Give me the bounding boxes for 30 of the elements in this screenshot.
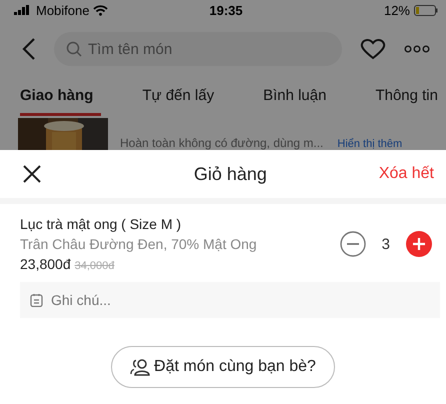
show-more-link[interactable]: Hiển thị thêm (337, 138, 402, 150)
tab[interactable]: Bình luận (263, 78, 334, 116)
group-order-button[interactable]: Đặt món cùng bạn bè? (111, 346, 335, 388)
more-icon[interactable] (404, 45, 430, 53)
people-icon (130, 358, 150, 376)
item-options: Trân Châu Đường Đen, 70% Mật Ong (20, 236, 257, 252)
wifi-icon (93, 4, 108, 16)
quantity: 3 (382, 236, 390, 252)
plus-icon[interactable] (406, 231, 432, 257)
old-price: 34,000đ (74, 260, 114, 272)
sheet-title: Giỏ hàng (194, 164, 267, 184)
heart-icon[interactable] (360, 38, 386, 60)
clock-time: 19:35 (209, 2, 243, 18)
back-icon[interactable] (22, 38, 36, 60)
search-icon (66, 41, 82, 57)
note-field[interactable]: Ghi chú... (20, 282, 440, 318)
close-icon[interactable] (22, 164, 42, 184)
clear-all-button[interactable]: Xóa hết (378, 165, 434, 183)
clipboard-icon (30, 293, 43, 307)
tab[interactable]: Thông tin (375, 78, 446, 116)
item-price: 23,800đ (20, 256, 71, 272)
product-description: Hoàn toàn không có đường, dùng m... (120, 136, 324, 150)
signal-icon (14, 5, 32, 15)
item-name: Lục trà mật ong ( Size M ) (20, 216, 182, 232)
carrier-name: Mobifone (36, 2, 90, 18)
tab[interactable]: Tự đến lấy (142, 78, 222, 116)
battery-percent: 12% (384, 2, 410, 18)
battery-icon (414, 4, 438, 16)
search-field[interactable]: Tìm tên món (54, 32, 342, 66)
minus-icon[interactable] (340, 231, 366, 257)
